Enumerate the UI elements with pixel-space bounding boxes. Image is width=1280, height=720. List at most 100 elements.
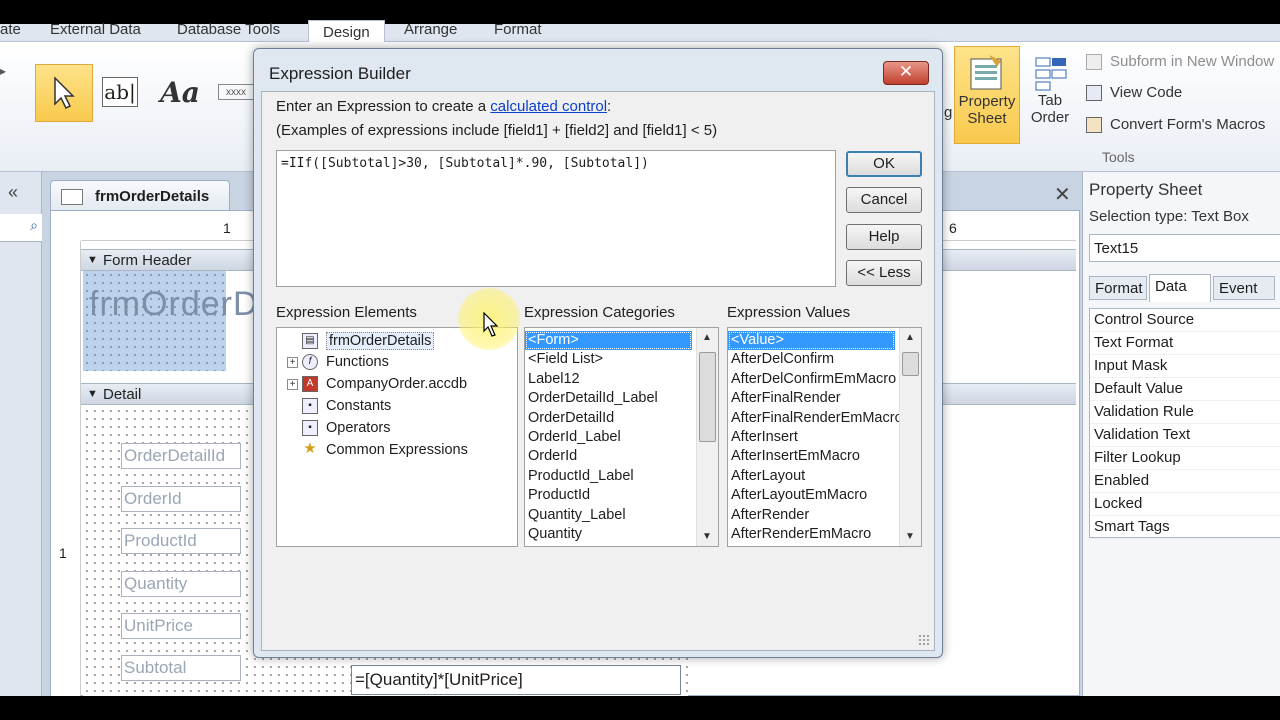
tree-item-constants[interactable]: ▪ Constants (287, 398, 391, 414)
view-code-label: View Code (1110, 84, 1183, 101)
collapse-nav-icon[interactable]: « (8, 182, 18, 203)
tab-external-data[interactable]: External Data (50, 18, 141, 42)
property-row[interactable]: Smart Tags (1090, 516, 1280, 539)
field-label[interactable]: OrderDetailId (121, 443, 241, 469)
prompt-text: Enter an Expression to create a calculat… (276, 98, 611, 115)
list-item[interactable]: <Field List> (525, 350, 718, 369)
field-label[interactable]: UnitPrice (121, 613, 241, 639)
subform-new-window-button[interactable]: Subform in New Window (1086, 52, 1280, 76)
view-code-button[interactable]: View Code (1086, 83, 1280, 107)
select-tool-button[interactable] (35, 64, 93, 122)
control-selector[interactable]: Text15 (1089, 234, 1280, 262)
document-tab[interactable]: frmOrderDetails (50, 180, 230, 212)
tree-item-functions[interactable]: + f Functions (287, 354, 389, 370)
dialog-title: Expression Builder (269, 64, 411, 83)
list-item[interactable]: <Form> (525, 331, 692, 351)
tree-item-database[interactable]: + A CompanyOrder.accdb (287, 376, 467, 392)
expand-icon[interactable]: + (287, 378, 298, 390)
help-button[interactable]: Help (846, 224, 922, 250)
textbox-tool-button[interactable]: ab| (102, 77, 138, 107)
tree-item-form[interactable]: ▤ frmOrderDetails (287, 332, 435, 350)
elements-header: Expression Elements (276, 304, 417, 321)
prompt-prefix: Enter an Expression to create a (276, 98, 491, 115)
scroll-down-icon[interactable]: ▼ (905, 531, 915, 542)
property-row[interactable]: Input Mask (1090, 355, 1280, 378)
expand-icon[interactable]: + (287, 356, 298, 368)
subtotal-textbox[interactable]: =[Quantity]*[UnitPrice] (351, 665, 681, 695)
list-item[interactable]: AfterInsertEmMacro (728, 447, 921, 466)
list-item[interactable]: Quantity_Label (525, 506, 718, 525)
list-item[interactable]: <Value> (728, 331, 895, 351)
tab-database-tools[interactable]: Database Tools (177, 18, 280, 42)
list-item[interactable]: OrderDetailId_Label (525, 389, 718, 408)
categories-scrollbar[interactable]: ▲ ▼ (696, 328, 718, 546)
property-sheet-icon (970, 55, 1002, 90)
label-tool-button[interactable]: Aa (156, 72, 204, 112)
close-document-icon[interactable]: ✕ (1054, 182, 1071, 207)
list-item[interactable]: AfterFinalRender (728, 389, 921, 408)
field-label[interactable]: Subtotal (121, 655, 241, 681)
property-row[interactable]: Default Value (1090, 378, 1280, 401)
list-item[interactable]: OrderId (525, 447, 718, 466)
scroll-thumb[interactable] (902, 352, 919, 376)
convert-macros-button[interactable]: Convert Form's Macros (1086, 115, 1280, 139)
property-row[interactable]: Locked (1090, 493, 1280, 516)
list-item[interactable]: AfterRenderEmMacro (728, 525, 921, 544)
tab-create[interactable]: ate (0, 18, 21, 42)
tab-arrange[interactable]: Arrange (404, 18, 457, 42)
values-scrollbar[interactable]: ▲ ▼ (899, 328, 921, 546)
list-item[interactable]: OrderDetailId (525, 409, 718, 428)
tab-format[interactable]: Format (494, 18, 542, 42)
cancel-button[interactable]: Cancel (846, 187, 922, 213)
tab-event[interactable]: Event (1213, 276, 1275, 300)
overflow-chevron-icon[interactable]: ▸ (0, 64, 6, 78)
field-label[interactable]: ProductId (121, 528, 241, 554)
search-icon[interactable]: ⌕ (30, 217, 38, 234)
form-title-label[interactable]: frmOrderD (89, 285, 259, 324)
scroll-up-icon[interactable]: ▲ (905, 332, 915, 343)
tab-order-button[interactable]: Tab Order (1024, 46, 1076, 144)
list-item[interactable]: ProductId_Label (525, 467, 718, 486)
tree-item-label: Common Expressions (326, 442, 468, 458)
ok-button[interactable]: OK (846, 151, 922, 177)
ruler-mark: 6 (949, 220, 957, 236)
property-row[interactable]: Validation Rule (1090, 401, 1280, 424)
list-item[interactable]: AfterInsert (728, 428, 921, 447)
list-item[interactable]: AfterRender (728, 506, 921, 525)
property-row[interactable]: Text Format (1090, 332, 1280, 355)
property-sheet-button[interactable]: Property Sheet (954, 46, 1020, 144)
list-item[interactable]: AfterDelConfirm (728, 350, 921, 369)
tree-item-operators[interactable]: ▪ Operators (287, 420, 390, 436)
nav-search-box[interactable]: ⌕ (0, 214, 42, 242)
list-item[interactable]: OrderId_Label (525, 428, 718, 447)
categories-header: Expression Categories (524, 304, 675, 321)
property-row[interactable]: Filter Lookup (1090, 447, 1280, 470)
property-row[interactable]: Validation Text (1090, 424, 1280, 447)
list-item[interactable]: AfterDelConfirmEmMacro (728, 370, 921, 389)
expression-values-list: <Value> AfterDelConfirm AfterDelConfirmE… (727, 327, 922, 547)
field-label[interactable]: Quantity (121, 571, 241, 597)
expression-input[interactable]: =IIf([Subtotal]>30, [Subtotal]*.90, [Sub… (276, 150, 836, 287)
convert-macros-label: Convert Form's Macros (1110, 116, 1266, 133)
list-item[interactable]: AfterLayoutEmMacro (728, 486, 921, 505)
scroll-up-icon[interactable]: ▲ (702, 332, 712, 343)
calculated-control-link[interactable]: calculated control (490, 98, 607, 115)
tab-data[interactable]: Data (1149, 274, 1211, 302)
tree-item-common-expressions[interactable]: ★ Common Expressions (287, 441, 468, 458)
tab-format[interactable]: Format (1089, 276, 1147, 300)
list-item[interactable]: AfterLayout (728, 467, 921, 486)
less-button[interactable]: << Less (846, 260, 922, 286)
button-tool-button[interactable]: xxxx (218, 84, 254, 100)
field-label[interactable]: OrderId (121, 486, 241, 512)
list-item[interactable]: ProductId (525, 486, 718, 505)
close-dialog-button[interactable]: ✕ (883, 61, 929, 85)
list-item[interactable]: Quantity (525, 525, 718, 544)
scroll-down-icon[interactable]: ▼ (702, 531, 712, 542)
scroll-thumb[interactable] (699, 352, 716, 442)
tab-design[interactable]: Design (308, 20, 385, 44)
resize-grip-icon[interactable] (918, 634, 930, 646)
property-row[interactable]: Control Source (1090, 309, 1280, 332)
list-item[interactable]: AfterFinalRenderEmMacro (728, 409, 921, 428)
list-item[interactable]: Label12 (525, 370, 718, 389)
property-row[interactable]: Enabled (1090, 470, 1280, 493)
